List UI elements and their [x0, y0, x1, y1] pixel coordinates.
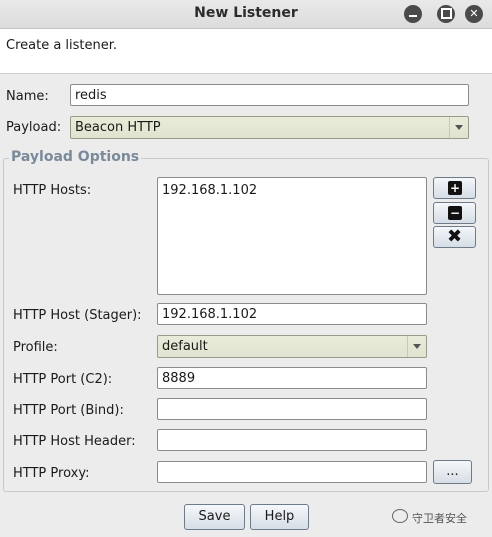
help-button[interactable]: Help	[250, 504, 309, 530]
host-stager-input[interactable]: 192.168.1.102	[157, 303, 427, 325]
add-host-button[interactable]: +	[433, 177, 476, 199]
port-c2-input[interactable]: 8889	[157, 367, 427, 389]
profile-select-value: default	[162, 339, 208, 354]
port-bind-input[interactable]	[157, 398, 427, 420]
wechat-icon	[392, 509, 408, 523]
chevron-down-icon[interactable]	[407, 336, 426, 357]
plus-icon: +	[448, 181, 462, 195]
title-bar: New Listener ✕	[0, 0, 492, 29]
host-header-input[interactable]	[157, 429, 427, 451]
name-label: Name:	[6, 89, 49, 104]
minimize-icon[interactable]	[404, 5, 422, 23]
payload-select-value: Beacon HTTP	[75, 120, 161, 135]
chevron-down-icon[interactable]	[449, 117, 468, 138]
http-hosts-label: HTTP Hosts:	[13, 183, 92, 198]
host-stager-label: HTTP Host (Stager):	[13, 308, 142, 323]
port-c2-label: HTTP Port (C2):	[13, 372, 113, 387]
name-input[interactable]: redis	[70, 84, 469, 106]
payload-label: Payload:	[6, 120, 62, 135]
close-icon[interactable]: ✕	[465, 5, 483, 23]
description-text: Create a listener.	[6, 38, 118, 53]
port-bind-label: HTTP Port (Bind):	[13, 403, 124, 418]
minus-icon: −	[448, 206, 462, 220]
clear-hosts-button[interactable]: ✖	[433, 226, 476, 248]
watermark-text: 守卫者安全	[412, 512, 467, 525]
proxy-input[interactable]	[157, 461, 427, 483]
x-icon: ✖	[447, 226, 463, 247]
payload-options-title: Payload Options	[9, 149, 142, 165]
remove-host-button[interactable]: −	[433, 202, 476, 224]
maximize-icon[interactable]	[437, 5, 455, 23]
host-header-label: HTTP Host Header:	[13, 434, 136, 449]
list-item[interactable]: 192.168.1.102	[162, 183, 422, 198]
description-panel: Create a listener.	[0, 29, 492, 74]
save-button[interactable]: Save	[184, 504, 245, 530]
proxy-label: HTTP Proxy:	[13, 466, 90, 481]
proxy-settings-button[interactable]: ...	[433, 460, 472, 484]
http-hosts-list[interactable]: 192.168.1.102	[157, 177, 427, 295]
profile-select[interactable]: default	[157, 335, 427, 358]
profile-label: Profile:	[13, 340, 58, 355]
payload-select[interactable]: Beacon HTTP	[70, 116, 469, 139]
